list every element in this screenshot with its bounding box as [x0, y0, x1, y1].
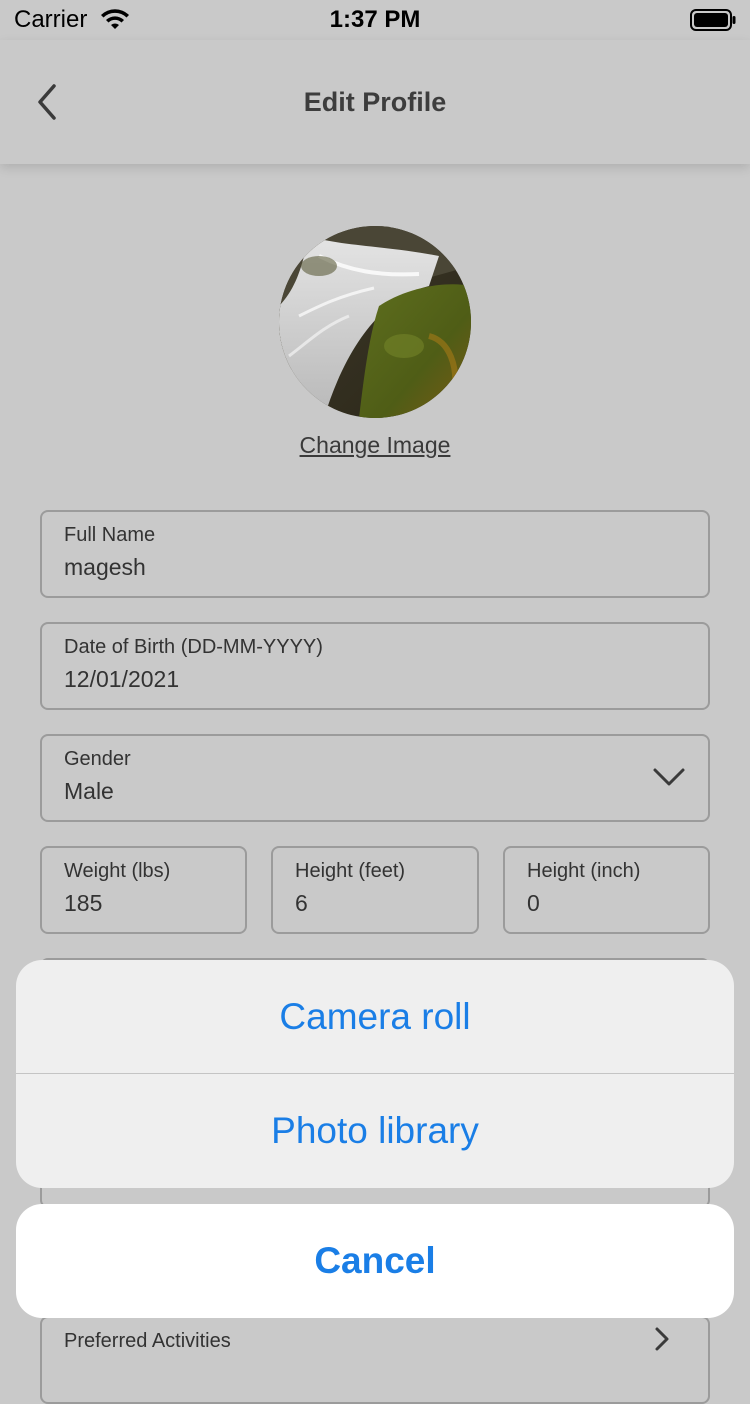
full-name-input[interactable]: magesh: [64, 554, 146, 581]
profile-avatar[interactable]: [279, 226, 471, 418]
gender-value: Male: [64, 778, 114, 804]
preferred-activities-label: Preferred Activities: [64, 1330, 231, 1352]
cancel-button[interactable]: Cancel: [16, 1204, 734, 1318]
dob-input[interactable]: 12/01/2021: [64, 666, 179, 693]
weight-label: Weight (lbs): [64, 860, 171, 882]
full-name-field[interactable]: Full Name magesh: [40, 510, 710, 598]
dob-label: Date of Birth (DD-MM-YYYY): [64, 636, 323, 658]
dob-field[interactable]: Date of Birth (DD-MM-YYYY) 12/01/2021: [40, 622, 710, 710]
nav-bar: Edit Profile: [0, 40, 750, 164]
status-bar: Carrier 1:37 PM: [0, 0, 750, 40]
chevron-down-icon: [653, 768, 685, 786]
weight-field[interactable]: Weight (lbs) 185: [40, 846, 247, 934]
change-image-link[interactable]: Change Image: [0, 432, 750, 459]
height-inch-field[interactable]: Height (inch) 0: [503, 846, 710, 934]
camera-roll-button[interactable]: Camera roll: [16, 960, 734, 1074]
status-time: 1:37 PM: [329, 6, 421, 33]
height-feet-field[interactable]: Height (feet) 6: [271, 846, 479, 934]
height-inch-label: Height (inch): [527, 860, 641, 882]
height-inch-input[interactable]: 0: [527, 890, 540, 917]
weight-input[interactable]: 185: [64, 890, 102, 917]
battery-icon: [690, 9, 736, 31]
chevron-right-icon: [655, 1327, 669, 1351]
gender-dropdown[interactable]: Gender Male: [40, 734, 710, 822]
full-name-label: Full Name: [64, 524, 156, 546]
gender-label: Gender: [64, 748, 131, 770]
preferred-activities-dropdown[interactable]: Preferred Activities: [40, 1316, 710, 1404]
height-feet-label: Height (feet): [295, 860, 406, 882]
waterfall-image: [279, 226, 471, 418]
page-title: Edit Profile: [303, 87, 447, 117]
height-feet-input[interactable]: 6: [295, 890, 308, 917]
action-sheet-options: Camera roll Photo library: [16, 960, 734, 1188]
photo-library-button[interactable]: Photo library: [16, 1074, 734, 1188]
